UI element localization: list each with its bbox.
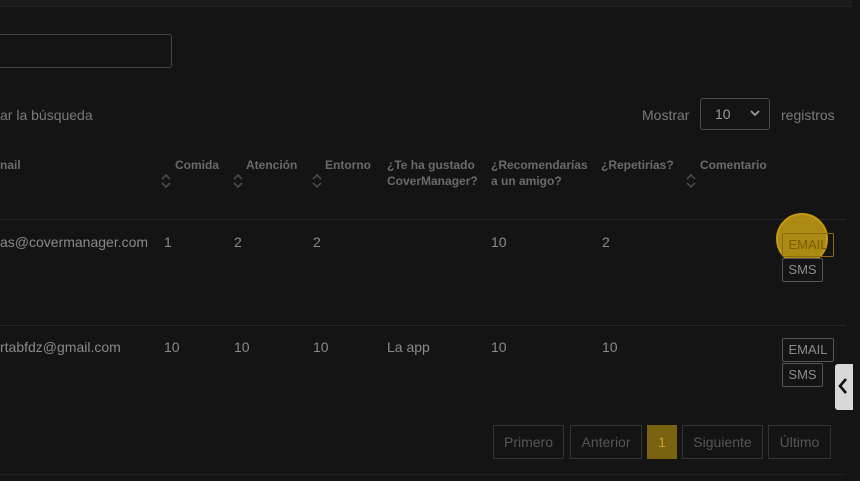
pagination-page-1[interactable]: 1 xyxy=(647,425,677,459)
column-header-recomendarias-line1: ¿Recomendarías xyxy=(491,158,588,172)
column-header-entorno[interactable]: Entorno xyxy=(325,157,371,173)
search-input[interactable] xyxy=(0,34,172,68)
cell-entorno: 2 xyxy=(313,234,321,250)
column-header-repetirias[interactable]: ¿Repetirías? xyxy=(601,157,674,173)
cell-comida: 1 xyxy=(164,234,172,250)
records-per-page-value: 10 xyxy=(715,106,731,122)
sort-icon[interactable] xyxy=(161,172,171,190)
cell-gustado: La app xyxy=(387,339,430,355)
pagination-previous[interactable]: Anterior xyxy=(570,425,642,459)
top-bar xyxy=(0,0,852,7)
search-hint: ar la búsqueda xyxy=(0,107,93,123)
column-header-comida[interactable]: Comida xyxy=(175,157,219,173)
pagination-first[interactable]: Primero xyxy=(493,425,564,459)
cell-recomendarias: 10 xyxy=(491,234,507,250)
records-label: registros xyxy=(781,107,835,123)
column-header-gustado-line2: CoverManager? xyxy=(387,174,478,188)
cell-atencion: 2 xyxy=(234,234,242,250)
email-button[interactable]: EMAIL xyxy=(782,338,834,362)
chevron-left-icon xyxy=(837,377,849,400)
cell-atencion: 10 xyxy=(234,339,250,355)
side-panel-toggle[interactable] xyxy=(835,364,853,410)
column-header-atencion[interactable]: Atención xyxy=(246,157,297,173)
records-per-page-select[interactable]: 10 xyxy=(700,98,770,130)
column-header-recomendarias[interactable]: ¿Recomendarías a un amigo? xyxy=(491,157,588,189)
cell-repetirias: 10 xyxy=(602,339,618,355)
cell-email: as@covermanager.com xyxy=(0,234,149,250)
column-header-gustado[interactable]: ¿Te ha gustado CoverManager? xyxy=(387,157,478,189)
cell-email: rtabfdz@gmail.com xyxy=(0,339,121,355)
cell-entorno: 10 xyxy=(313,339,329,355)
chevron-down-icon xyxy=(749,99,761,140)
column-header-recomendarias-line2: a un amigo? xyxy=(491,174,562,188)
sms-button[interactable]: SMS xyxy=(782,258,823,282)
row-divider xyxy=(0,219,846,220)
sort-icon[interactable] xyxy=(312,172,322,190)
cell-comida: 10 xyxy=(164,339,180,355)
sort-icon[interactable] xyxy=(233,172,243,190)
column-header-comentario[interactable]: Comentario xyxy=(700,157,767,173)
row-divider xyxy=(0,325,846,326)
column-header-email[interactable]: nail xyxy=(0,157,21,173)
show-label: Mostrar xyxy=(642,107,690,123)
cell-recomendarias: 10 xyxy=(491,339,507,355)
cell-repetirias: 2 xyxy=(602,234,610,250)
pagination-last[interactable]: Último xyxy=(768,425,831,459)
sort-icon[interactable] xyxy=(686,172,696,190)
sms-button[interactable]: SMS xyxy=(782,363,823,387)
email-button[interactable]: EMAIL xyxy=(782,233,834,257)
pagination-next[interactable]: Siguiente xyxy=(682,425,763,459)
bottom-divider xyxy=(0,474,846,475)
column-header-gustado-line1: ¿Te ha gustado xyxy=(387,158,475,172)
